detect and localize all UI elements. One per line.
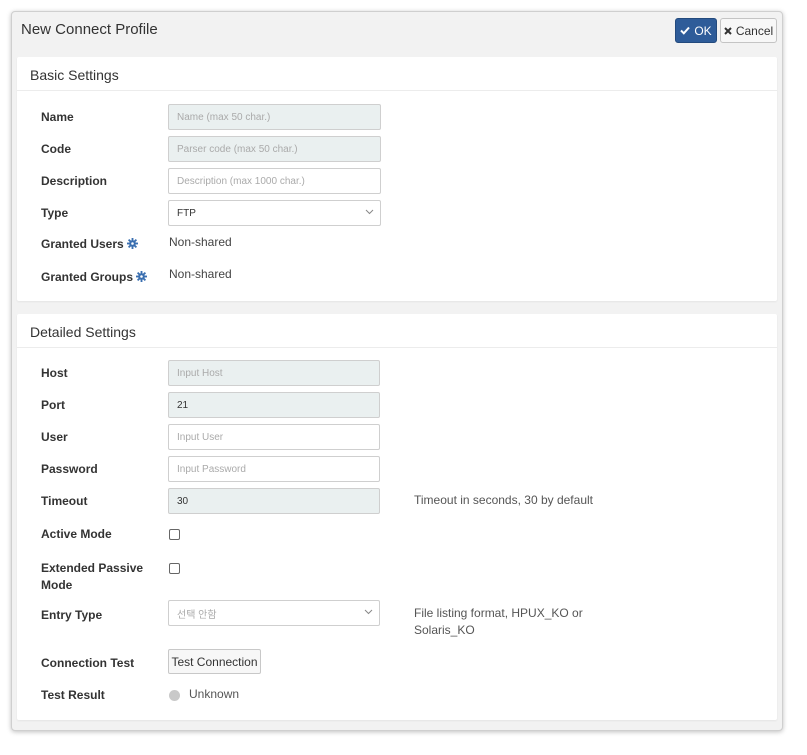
status-dot (169, 690, 180, 701)
name-placeholder: Name (max 50 char.) (177, 111, 271, 123)
entry-type-help: File listing format, HPUX_KO or Solaris_… (414, 605, 583, 639)
timeout-value: 30 (177, 495, 189, 507)
cancel-button[interactable]: Cancel (720, 18, 777, 43)
description-field[interactable]: Description (max 1000 char.) (168, 168, 381, 194)
name-field[interactable]: Name (max 50 char.) (168, 104, 381, 130)
host-field[interactable]: Input Host (168, 360, 380, 386)
connect-profile-dialog: New Connect Profile OK Cancel Basic Sett… (11, 11, 783, 731)
password-label: Password (41, 462, 98, 476)
entry-type-help-line2: Solaris_KO (414, 623, 475, 637)
granted-users-value: Non-shared (169, 235, 232, 249)
code-label: Code (41, 142, 71, 156)
user-field[interactable]: Input User (168, 424, 380, 450)
type-label: Type (41, 206, 69, 220)
description-label: Description (41, 174, 108, 188)
granted-groups-label: Granted Groups (41, 269, 148, 287)
entry-type-help-line1: File listing format, HPUX_KO or (414, 606, 583, 620)
user-label: User (41, 430, 68, 444)
test-result-value: Unknown (189, 687, 240, 701)
entry-type-placeholder: 선택 안함 (177, 609, 217, 621)
basic-settings-header: Basic Settings (17, 57, 777, 91)
dialog-title: New Connect Profile (21, 21, 158, 38)
test-connection-button[interactable]: Test Connection (168, 649, 261, 674)
detailed-settings-panel: Detailed Settings Host Input Host Port 2… (17, 314, 777, 720)
detailed-settings-title: Detailed Settings (30, 324, 136, 340)
extended-passive-label-line1: Extended Passive (41, 561, 144, 575)
basic-settings-title: Basic Settings (30, 67, 119, 83)
dialog-header: New Connect Profile OK Cancel (12, 12, 782, 54)
granted-groups-value: Non-shared (169, 267, 232, 281)
timeout-field[interactable]: 30 (168, 488, 380, 514)
host-placeholder: Input Host (177, 367, 223, 379)
connection-test-label: Connection Test (41, 656, 135, 670)
active-mode-checkbox[interactable] (169, 529, 180, 540)
host-label: Host (41, 366, 68, 380)
ok-button-label: OK (694, 23, 712, 38)
chevron-down-icon (365, 209, 374, 215)
user-placeholder: Input User (177, 431, 224, 443)
timeout-label: Timeout (41, 494, 88, 508)
detailed-settings-header: Detailed Settings (17, 314, 777, 348)
cancel-button-label: Cancel (735, 23, 774, 38)
type-select[interactable]: FTP (168, 200, 381, 226)
port-field[interactable]: 21 (168, 392, 380, 418)
granted-users-label: Granted Users (41, 236, 138, 254)
description-placeholder: Description (max 1000 char.) (177, 175, 305, 187)
granted-groups-text: Granted Groups (41, 270, 134, 284)
extended-passive-label-line2: Mode (41, 578, 73, 592)
test-result-label: Test Result (41, 688, 105, 702)
gear-icon[interactable] (126, 237, 138, 254)
entry-type-select[interactable]: 선택 안함 (168, 600, 380, 626)
active-mode-label: Active Mode (41, 527, 112, 541)
code-field[interactable]: Parser code (max 50 char.) (168, 136, 381, 162)
extended-passive-checkbox[interactable] (169, 563, 180, 574)
extended-passive-label: Extended Passive Mode (41, 560, 143, 594)
granted-users-text: Granted Users (41, 237, 124, 251)
chevron-down-icon (364, 609, 373, 615)
port-label: Port (41, 398, 65, 412)
gear-icon[interactable] (136, 270, 148, 287)
basic-settings-panel: Basic Settings Name Name (max 50 char.) … (17, 57, 777, 301)
close-icon (724, 26, 732, 35)
code-placeholder: Parser code (max 50 char.) (177, 143, 298, 155)
timeout-help: Timeout in seconds, 30 by default (414, 493, 593, 507)
name-label: Name (41, 110, 74, 124)
check-icon (680, 26, 691, 35)
ok-button[interactable]: OK (675, 18, 717, 43)
port-value: 21 (177, 399, 189, 411)
type-select-value: FTP (177, 207, 196, 219)
password-placeholder: Input Password (177, 463, 246, 475)
entry-type-label: Entry Type (41, 608, 103, 622)
password-field[interactable]: Input Password (168, 456, 380, 482)
